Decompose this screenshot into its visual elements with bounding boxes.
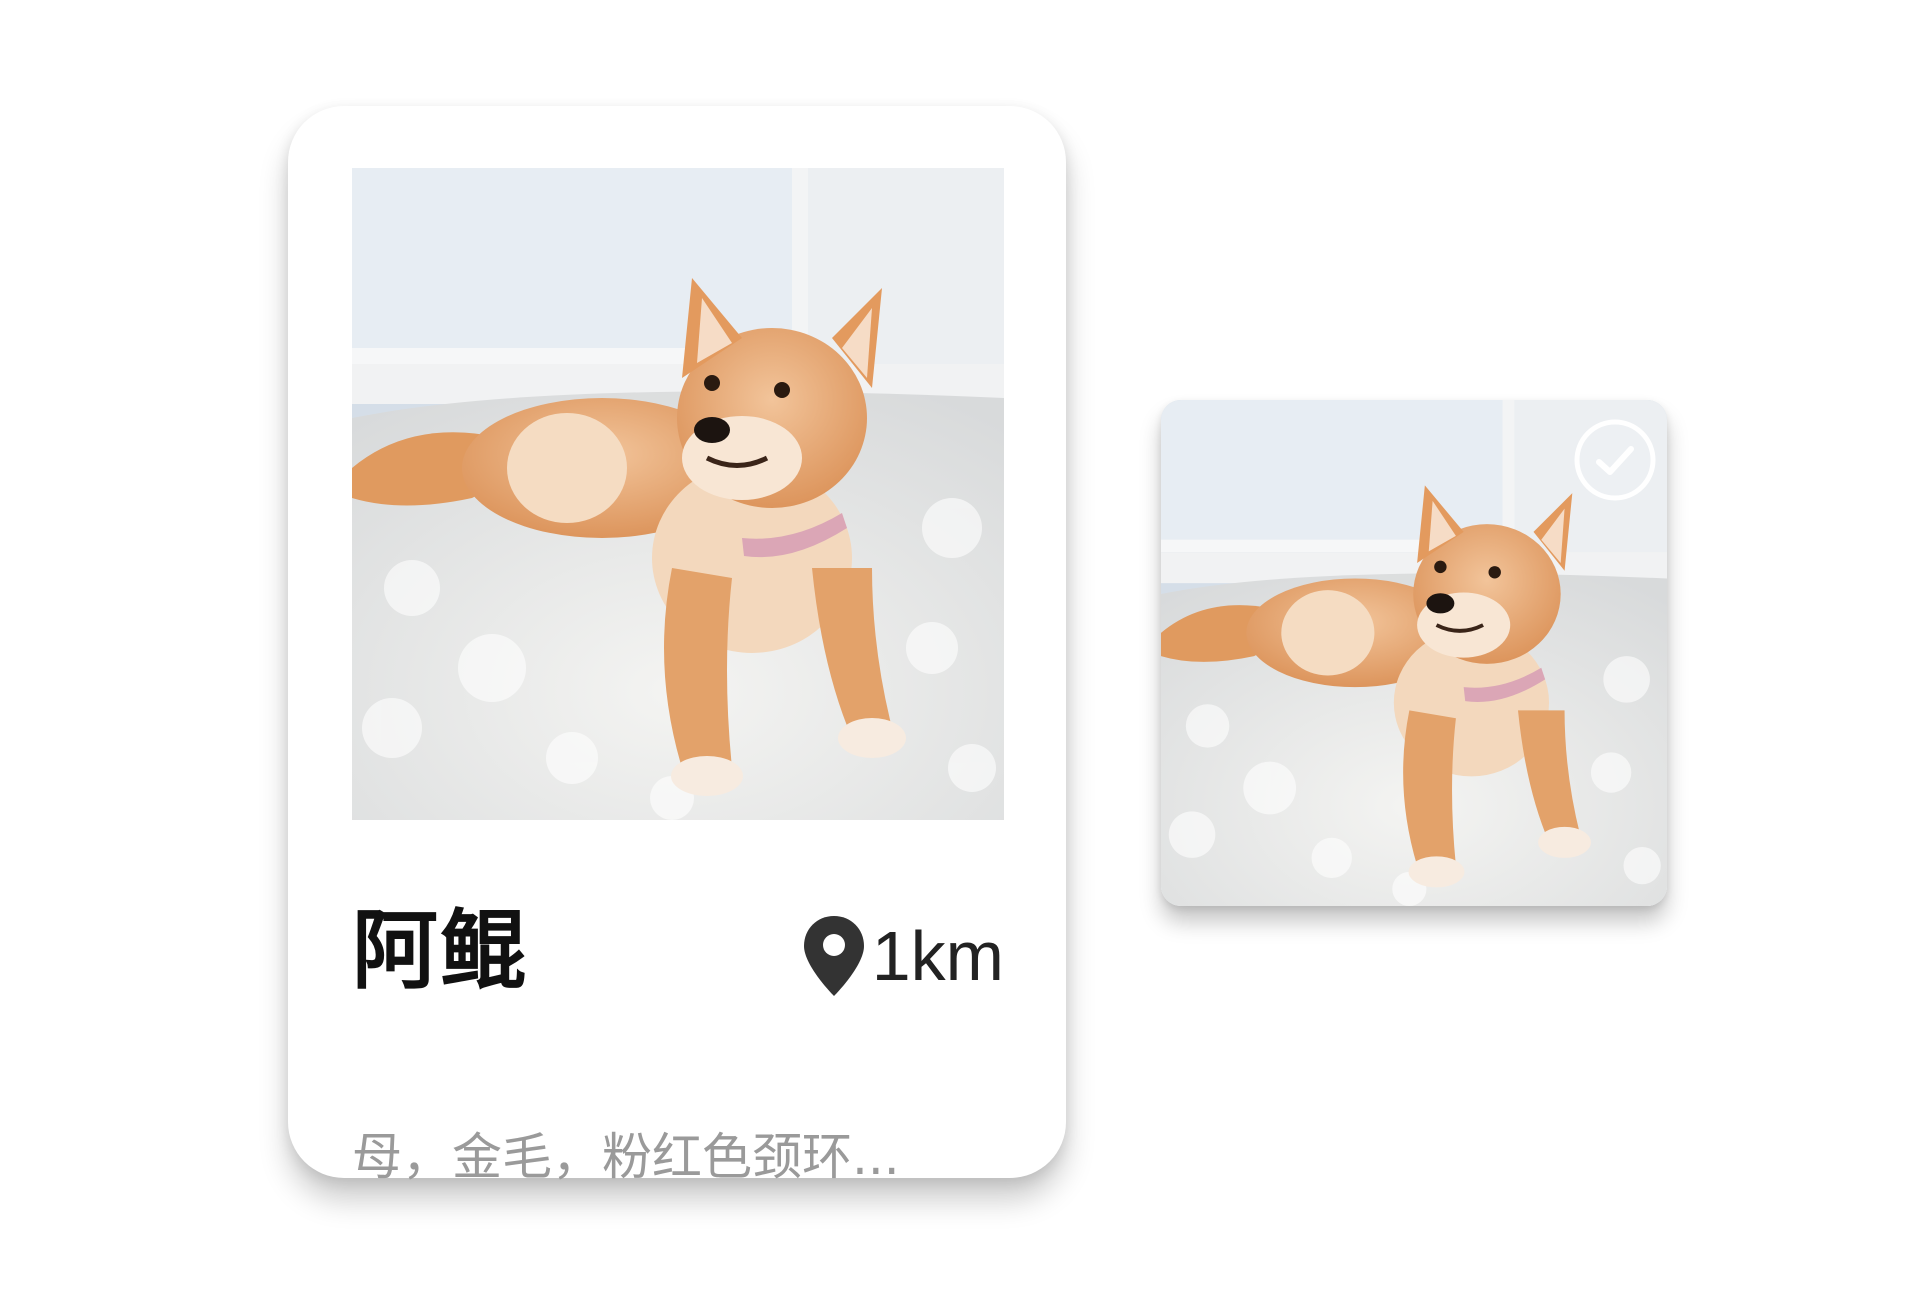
pet-name: 阿鲲 [352,901,528,1001]
shiba-puppy-image [352,168,1004,820]
pet-description: 母，金毛，粉红色颈环... [352,1128,900,1186]
distance-info: 1km [802,906,1004,1006]
pet-photo [352,168,1004,820]
distance-text: 1km [871,917,1004,995]
selected-thumbnail[interactable] [1161,400,1667,906]
map-pin-icon [803,916,864,996]
check-circle-icon[interactable] [1573,418,1657,502]
page: 阿鲲 1km 母，金毛，粉红色颈环... [0,0,1930,1301]
pet-card[interactable]: 阿鲲 1km 母，金毛，粉红色颈环... [288,106,1066,1186]
